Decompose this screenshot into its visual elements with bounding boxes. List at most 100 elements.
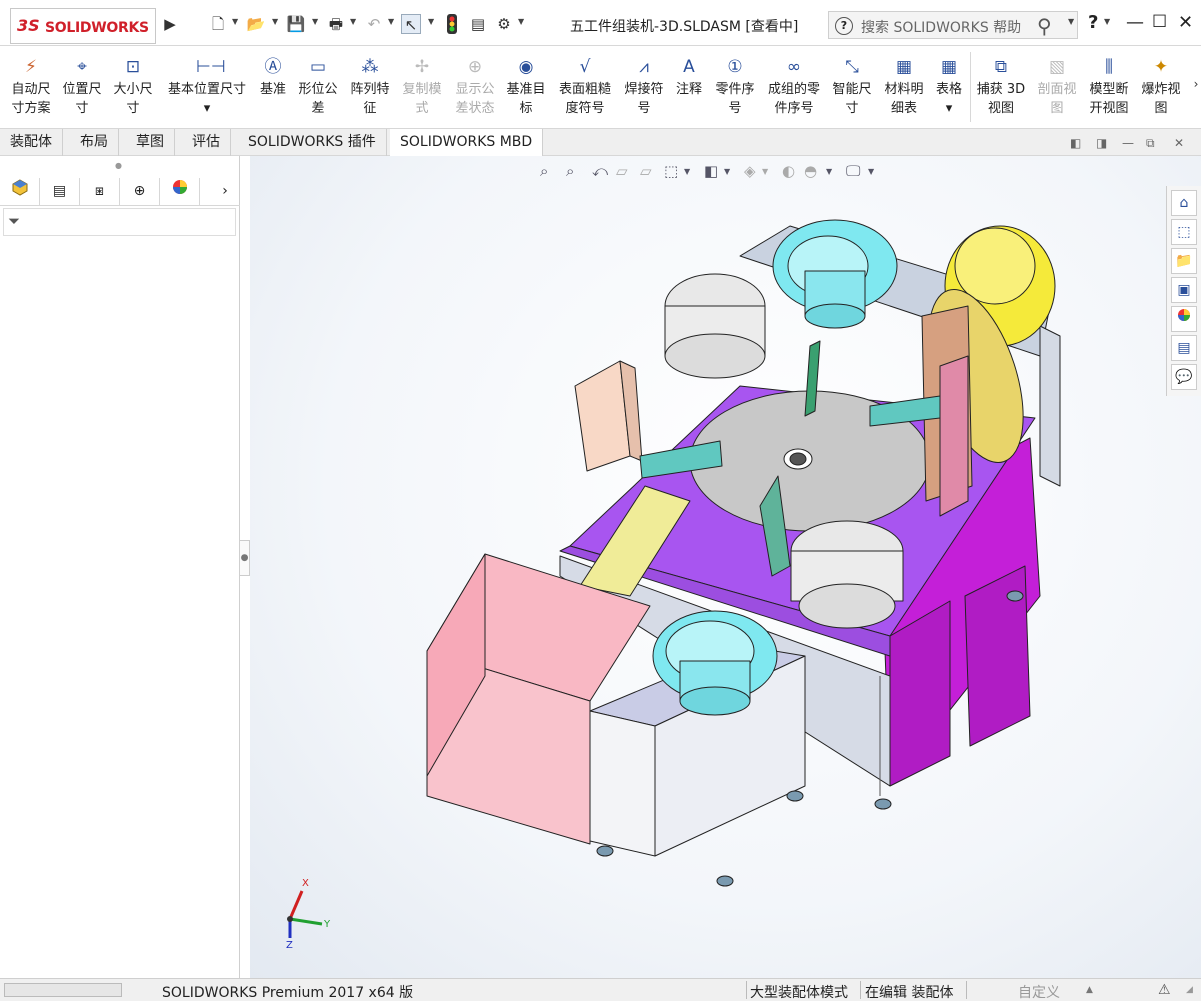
size-dimension-button[interactable]: ⊡ 大小尺寸: [108, 56, 158, 118]
surface-finish-button[interactable]: √ 表面粗糙 度符号: [554, 56, 616, 118]
doc-close-icon[interactable]: ✕: [1174, 136, 1184, 150]
home-icon[interactable]: ⌂: [1171, 190, 1197, 216]
ribbon-more-icon[interactable]: ›: [1186, 74, 1201, 94]
rebuild-status-icon[interactable]: ⚠: [1158, 982, 1171, 998]
weld-symbol-button[interactable]: ⩘ 焊接符号: [620, 56, 668, 118]
reference-triad: X Y Z: [286, 878, 331, 951]
open-folder-icon[interactable]: 📂: [246, 14, 266, 34]
design-library-icon[interactable]: ⬚: [1171, 219, 1197, 245]
chevron-down-icon[interactable]: ▼: [272, 17, 278, 26]
copy-scheme-button[interactable]: ✢ 复制模式: [398, 56, 446, 118]
close-icon[interactable]: ✕: [1178, 12, 1193, 33]
undo-icon[interactable]: ↶: [364, 14, 384, 34]
status-progress-area: [4, 983, 122, 997]
view-palette-icon[interactable]: ▣: [1171, 277, 1197, 303]
forum-icon[interactable]: 💬: [1171, 364, 1197, 390]
section-view-button[interactable]: ▧ 剖面视图: [1032, 56, 1082, 118]
options-gear-icon[interactable]: ⚙: [494, 14, 514, 34]
auto-dimension-icon: ⚡: [25, 57, 37, 77]
solidworks-logo[interactable]: 3S SOLIDWORKS: [10, 8, 156, 44]
geometric-tolerance-icon: ▭: [309, 57, 327, 77]
next-doc-icon[interactable]: ◨: [1096, 136, 1107, 150]
panel-splitter-handle[interactable]: ●: [240, 540, 250, 576]
tab-mbd[interactable]: SOLIDWORKS MBD: [390, 129, 544, 156]
task-pane-tabs: ⌂ ⬚ 📁 ▣ ▤ 💬: [1166, 186, 1201, 396]
tab-sketch[interactable]: 草图: [126, 129, 175, 156]
select-cursor-icon[interactable]: ↖: [401, 14, 421, 34]
balloon-button[interactable]: ① 零件序号: [710, 56, 760, 118]
model-break-view-icon: ⫼: [1105, 57, 1113, 77]
capture-3d-view-button[interactable]: ⧉ 捕获 3D 视图: [974, 56, 1028, 118]
expand-menu-arrow-icon[interactable]: ▶: [160, 14, 180, 34]
doc-minimize-icon[interactable]: —: [1122, 136, 1134, 150]
copy-scheme-icon: ✢: [414, 57, 430, 77]
tab-evaluate[interactable]: 评估: [182, 129, 231, 156]
unit-dropdown-icon[interactable]: ▲: [1086, 985, 1093, 995]
tab-layout[interactable]: 布局: [70, 129, 119, 156]
custom-properties-icon[interactable]: ▤: [1171, 335, 1197, 361]
triad-x-label: X: [302, 878, 309, 889]
exploded-view-button[interactable]: ✦ 爆炸视图: [1136, 56, 1186, 118]
auto-dimension-scheme-button[interactable]: ⚡ 自动尺 寸方案: [6, 56, 56, 118]
stacked-balloon-button[interactable]: ∞ 成组的零 件序号: [762, 56, 826, 118]
pattern-feature-button[interactable]: ⁂ 阵列特征: [346, 56, 394, 118]
smart-dimension-icon: ⤡: [845, 57, 859, 77]
smart-dimension-button[interactable]: ⤡ 智能尺寸: [828, 56, 876, 118]
dimxpert-manager-tab-icon[interactable]: ⊕: [120, 178, 160, 205]
datum-target-button[interactable]: ◉ 基准目标: [502, 56, 550, 118]
chevron-down-icon[interactable]: ▼: [232, 17, 238, 26]
large-assembly-mode-text: 大型装配体模式: [750, 985, 848, 1001]
file-explorer-icon[interactable]: 📁: [1171, 248, 1197, 274]
unit-system-text[interactable]: 自定义: [1018, 982, 1060, 1002]
display-manager-tab-icon[interactable]: [160, 178, 200, 205]
search-icon[interactable]: ⚲: [1037, 14, 1052, 38]
help-search-box[interactable]: ? 搜索 SOLIDWORKS 帮助 ⚲: [828, 11, 1078, 39]
new-document-icon[interactable]: 🗋: [208, 14, 228, 34]
triad-y-label: Y: [323, 919, 331, 930]
chevron-down-icon[interactable]: ▼: [428, 17, 434, 26]
tab-assembly[interactable]: 装配体: [0, 129, 63, 156]
model-break-view-button[interactable]: ⫼ 模型断 开视图: [1084, 56, 1134, 118]
datum-target-icon: ◉: [518, 57, 534, 77]
surface-finish-icon: √: [579, 57, 591, 77]
chevron-down-icon[interactable]: ▼: [1068, 17, 1074, 26]
help-search-input[interactable]: 搜索 SOLIDWORKS 帮助: [861, 17, 1021, 37]
doc-restore-icon[interactable]: ⧉: [1146, 136, 1155, 151]
configuration-manager-tab-icon[interactable]: ⧆: [80, 178, 120, 205]
feature-manager-tab-icon[interactable]: [0, 178, 40, 205]
graphics-area[interactable]: ⌕ ⌕ ⤺ ▱ ▱ ⬚ ▼ ◧ ▼ ◈ ▼ ◐ ◓ ▼ 🖵 ▼ X Y Z: [250, 156, 1201, 978]
chevron-down-icon[interactable]: ▼: [350, 17, 356, 26]
chevron-down-icon[interactable]: ▼: [518, 17, 524, 26]
chevron-down-icon[interactable]: ▼: [388, 17, 394, 26]
note-icon: A: [683, 57, 695, 77]
filter-box[interactable]: ⏷: [3, 208, 236, 236]
feature-manager-panel: ● ▤ ⧆ ⊕ › ⏷: [0, 156, 240, 978]
panel-scroll-right-icon[interactable]: ›: [210, 178, 240, 205]
help-button[interactable]: ?: [1088, 12, 1098, 33]
property-manager-tab-icon[interactable]: ▤: [40, 178, 80, 205]
editing-status-text: 在编辑 装配体: [865, 985, 954, 1001]
appearances-icon[interactable]: [1171, 306, 1197, 332]
save-icon[interactable]: 💾: [286, 14, 306, 34]
print-icon[interactable]: 🖶: [326, 14, 346, 34]
file-properties-icon[interactable]: ▤: [468, 14, 488, 34]
rebuild-traffic-light-icon[interactable]: [442, 14, 462, 34]
minimize-icon[interactable]: —: [1126, 12, 1144, 33]
filter-funnel-icon[interactable]: ⏷: [8, 212, 20, 230]
chevron-down-icon[interactable]: ▼: [1104, 17, 1110, 26]
chevron-down-icon[interactable]: ▼: [312, 17, 318, 26]
table-button[interactable]: ▦ 表格 ▾: [930, 56, 968, 118]
location-dimension-button[interactable]: ⌖ 位置尺寸: [58, 56, 106, 118]
datum-button[interactable]: Ⓐ 基准: [254, 56, 292, 99]
maximize-icon[interactable]: ☐: [1152, 12, 1167, 32]
note-button[interactable]: A 注释: [670, 56, 708, 99]
show-tolerance-status-button[interactable]: ⊕ 显示公 差状态: [450, 56, 500, 118]
tab-addins[interactable]: SOLIDWORKS 插件: [238, 129, 387, 156]
basic-location-dimension-button[interactable]: ⊢⊣ 基本位置尺寸 ▾: [162, 56, 252, 118]
assembly-model-view[interactable]: X Y Z: [250, 156, 1201, 978]
bill-of-materials-button[interactable]: ▦ 材料明 细表: [880, 56, 928, 118]
resize-grip-icon[interactable]: ◢: [1186, 985, 1193, 995]
geometric-tolerance-button[interactable]: ▭ 形位公差: [294, 56, 342, 118]
previous-doc-icon[interactable]: ◧: [1070, 136, 1081, 150]
panel-grip-icon[interactable]: ●: [115, 161, 122, 170]
